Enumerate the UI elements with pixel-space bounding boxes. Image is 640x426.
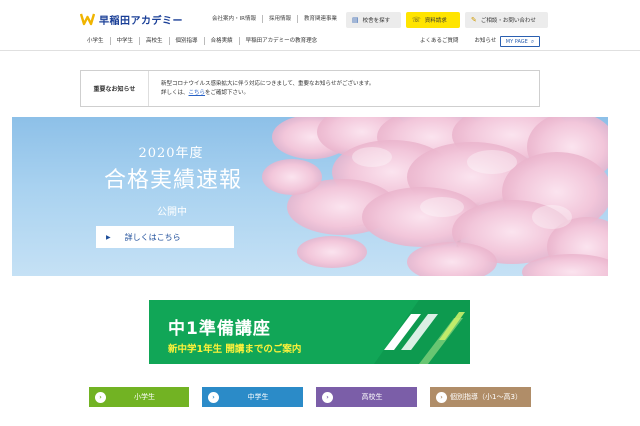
chevron-right-circle-icon: ›	[95, 391, 106, 403]
category-high-school-button[interactable]: › 高校生	[316, 387, 417, 407]
play-triangle-icon: ▶	[106, 233, 111, 241]
util-link-recruit[interactable]: 採用情報	[261, 15, 297, 23]
notice-body: 新型コロナウイルス感染拡大に伴う対応につきまして、重要なお知らせがございます。 …	[161, 80, 374, 98]
category-high-school-label: 高校生	[361, 393, 383, 401]
utility-links: 会社案内・IR情報 採用情報 教育関連事業	[212, 15, 343, 23]
category-elementary-label: 小学生	[134, 393, 155, 401]
important-notice: 重要なお知らせ 新型コロナウイルス感染拡大に伴う対応につきまして、重要なお知らせ…	[80, 70, 540, 107]
hero-subtitle: 公開中	[157, 207, 187, 218]
hero-banner[interactable]: 2020年度 合格実績速報 公開中 ▶ 詳しくはこちら	[12, 117, 608, 276]
nav-item-individual[interactable]: 個別指導	[168, 37, 204, 45]
mypage-button[interactable]: MY PAGE ⌕	[500, 36, 540, 47]
docs-request-label: 資料請求	[424, 18, 447, 24]
school-search-button[interactable]: ▤ 校舎を探す	[346, 12, 401, 28]
cherry-blossom-image	[262, 117, 608, 276]
hero-title: 合格実績速報	[103, 168, 242, 193]
notice-line-2-suffix: をご確認下さい。	[205, 90, 250, 96]
hero-details-label: 詳しくはこちら	[124, 232, 181, 242]
docs-request-button[interactable]: ☏ 資料請求	[406, 12, 460, 28]
nav-faq-link[interactable]: よくあるご質問	[420, 37, 459, 45]
util-link-education[interactable]: 教育関連事業	[296, 15, 343, 23]
header-top-bar: 早稲田アカデミー 会社案内・IR情報 採用情報 教育関連事業 ▤ 校舎を探す ☏…	[0, 0, 640, 33]
logo-text: 早稲田アカデミー	[99, 16, 183, 27]
contact-button[interactable]: ✎ ご相談・お問い合わせ	[465, 12, 548, 28]
search-icon: ⌕	[530, 37, 535, 45]
util-link-company[interactable]: 会社案内・IR情報	[212, 15, 262, 23]
chevron-right-circle-icon: ›	[208, 391, 219, 403]
nav-news-link[interactable]: お知らせ	[475, 37, 497, 45]
chevron-right-circle-icon: ›	[436, 391, 447, 403]
category-individual-label: 個別指導（小1〜高3）	[450, 393, 522, 401]
notice-line-2: 詳しくは、こちらをご確認下さい。	[161, 89, 374, 98]
school-search-label: 校舎を探す	[362, 18, 391, 24]
document-search-icon: ▤	[352, 16, 359, 24]
mypage-label: MY PAGE	[505, 38, 528, 45]
chat-icon: ✎	[471, 16, 477, 24]
nav-links: 小学生 中学生 高校生 個別指導 合格実績 早稲田アカデミーの教育理念	[80, 37, 323, 45]
hero-year: 2020年度	[138, 146, 204, 161]
prep-course-banner[interactable]: 中1準備講座 新中学1年生 開講までのご案内	[149, 300, 470, 364]
category-elementary-button[interactable]: › 小学生	[89, 387, 189, 407]
notice-label: 重要なお知らせ	[81, 71, 149, 106]
site-logo[interactable]: 早稲田アカデミー	[80, 12, 183, 27]
nav-item-results[interactable]: 合格実績	[203, 37, 239, 45]
chevron-right-circle-icon: ›	[322, 391, 333, 403]
category-junior-high-button[interactable]: › 中学生	[202, 387, 303, 407]
nav-item-high-school[interactable]: 高校生	[139, 37, 169, 45]
category-junior-high-label: 中学生	[247, 393, 269, 401]
contact-label: ご相談・お問い合わせ	[480, 18, 536, 24]
logo-mark-icon	[80, 13, 95, 26]
nav-right-links: よくあるご質問 お知らせ	[420, 37, 496, 45]
page: 早稲田アカデミー 会社案内・IR情報 採用情報 教育関連事業 ▤ 校舎を探す ☏…	[0, 0, 640, 426]
notice-line-2-prefix: 詳しくは、	[161, 90, 189, 96]
main-nav: 小学生 中学生 高校生 個別指導 合格実績 早稲田アカデミーの教育理念 よくある…	[0, 33, 640, 51]
hero-details-button[interactable]: ▶ 詳しくはこちら	[96, 226, 234, 248]
nav-item-junior-high[interactable]: 中学生	[109, 37, 140, 45]
notice-detail-link[interactable]: こちら	[189, 90, 206, 96]
headset-icon: ☏	[412, 16, 421, 24]
nav-item-philosophy[interactable]: 早稲田アカデミーの教育理念	[238, 37, 324, 45]
notice-line-1: 新型コロナウイルス感染拡大に伴う対応につきまして、重要なお知らせがございます。	[161, 81, 375, 87]
category-individual-button[interactable]: › 個別指導（小1〜高3）	[430, 387, 531, 407]
nav-item-elementary[interactable]: 小学生	[80, 37, 110, 45]
banner-title: 中1準備講座	[168, 319, 271, 339]
banner-subtitle: 新中学1年生 開講までのご案内	[168, 344, 302, 355]
